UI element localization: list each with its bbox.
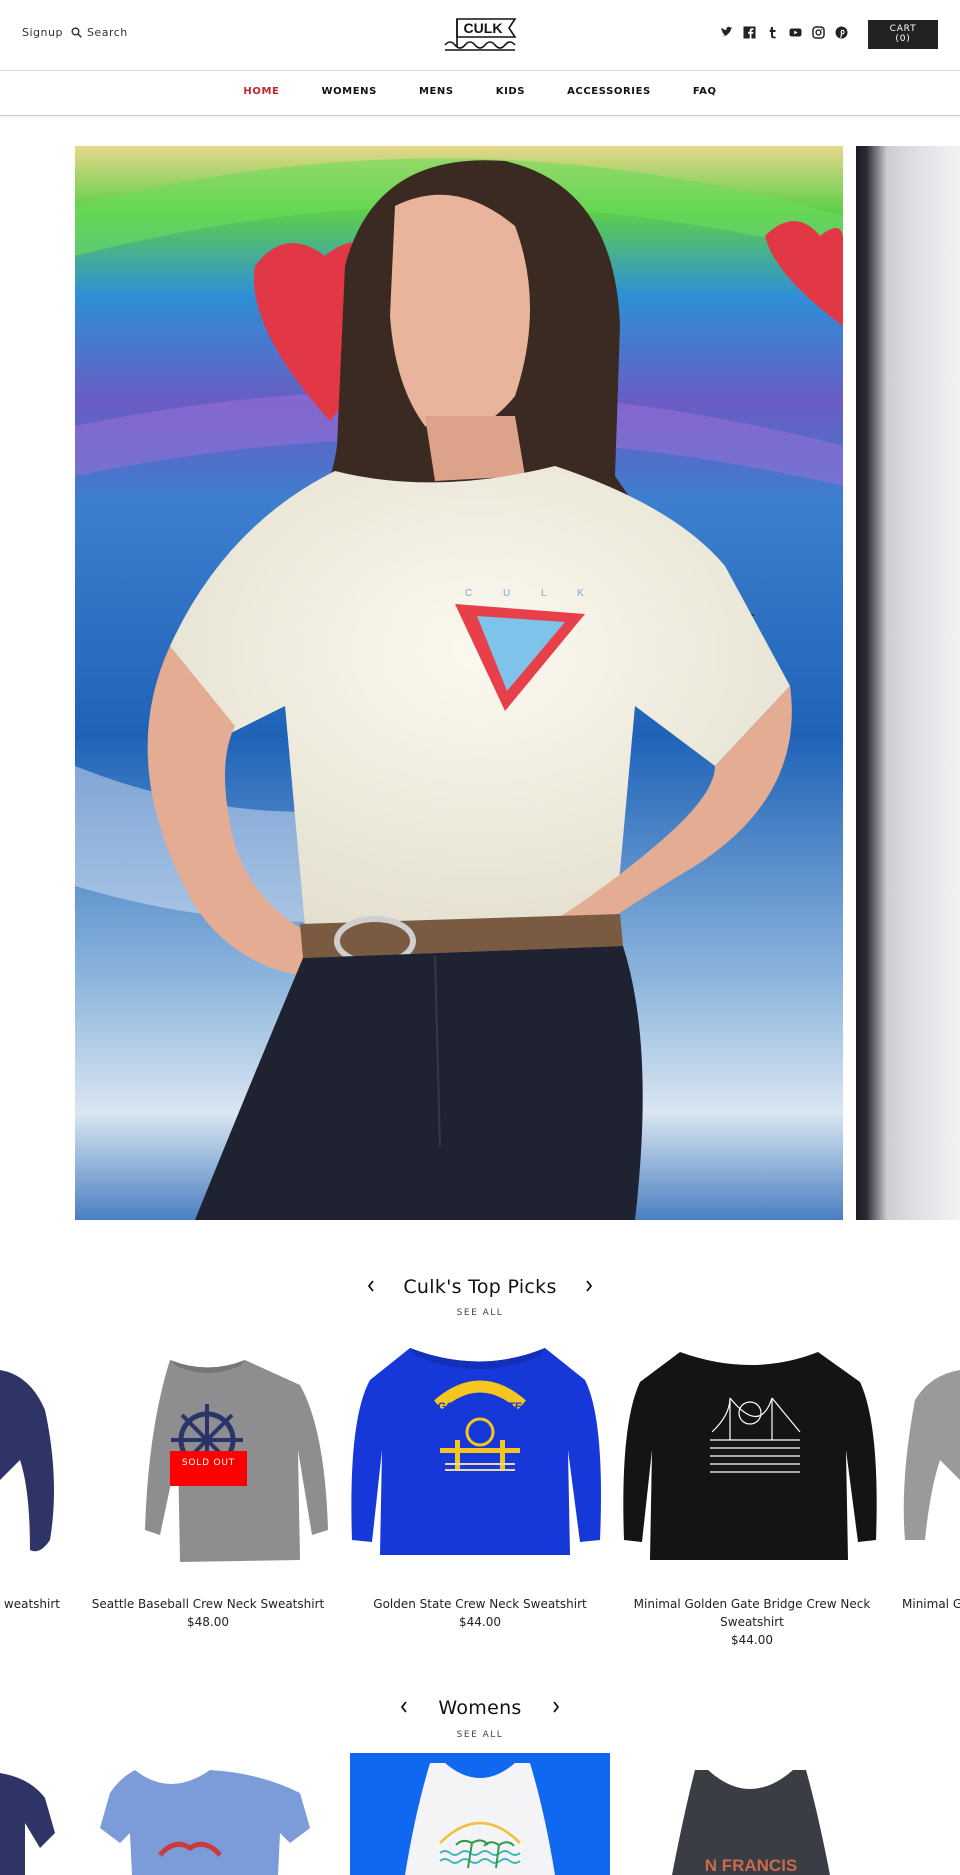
nav-item-mens[interactable]: MENS [419, 86, 454, 97]
product-image-4[interactable] [903, 1370, 960, 1540]
nav-item-kids[interactable]: KIDS [496, 86, 525, 97]
social-links [720, 26, 848, 39]
womens-product-image-0[interactable] [0, 1773, 55, 1875]
chevron-right-icon [553, 1701, 560, 1713]
hero-next-slide-peek[interactable] [856, 146, 960, 1220]
top-picks-carousel: GOLDEN STATE [0, 1348, 960, 1562]
cart-count: (0) [895, 34, 911, 44]
youtube-icon[interactable] [789, 26, 802, 39]
product-title: Minimal Go [902, 1597, 960, 1611]
product-card-4[interactable]: Minimal Go [902, 1595, 960, 1613]
womens-carousel: N FRANCIS [0, 1753, 830, 1875]
product-card-minimal-golden-gate[interactable]: Minimal Golden Gate Bridge Crew Neck Swe… [627, 1595, 877, 1649]
facebook-icon[interactable] [743, 26, 756, 39]
search-icon [71, 27, 82, 38]
product-card-golden-state[interactable]: Golden State Crew Neck Sweatshirt $44.00 [350, 1595, 610, 1631]
twitter-icon[interactable] [720, 26, 733, 39]
cart-label: CART [889, 24, 917, 34]
product-title: Seattle Baseball Crew Neck Sweatshirt [91, 1597, 325, 1611]
cart-button[interactable]: CART (0) [868, 20, 938, 49]
womens-product-image-2[interactable] [350, 1753, 610, 1875]
header-left: Signup Search [22, 26, 128, 39]
product-image-golden-state[interactable]: GOLDEN STATE [351, 1348, 601, 1555]
product-price: $44.00 [459, 1615, 501, 1629]
instagram-icon[interactable] [812, 26, 825, 39]
product-title: Minimal Golden Gate Bridge Crew Neck Swe… [633, 1597, 871, 1629]
signup-link[interactable]: Signup [22, 26, 63, 39]
top-picks-next-arrow[interactable] [584, 1278, 594, 1297]
culk-logo[interactable]: CULK [443, 17, 519, 53]
main-nav-bar: HOME WOMENS MENS KIDS ACCESSORIES FAQ [0, 71, 960, 116]
nav-item-home[interactable]: HOME [243, 86, 279, 97]
product-price: $48.00 [187, 1615, 229, 1629]
womens-product-image-3[interactable]: N FRANCIS [672, 1770, 830, 1875]
hero-slide-image[interactable]: C U L K [75, 146, 843, 1220]
product-title: weatshirt [3, 1597, 60, 1611]
nav-item-accessories[interactable]: ACCESSORIES [567, 86, 651, 97]
search-label: Search [86, 26, 128, 39]
svg-text:N FRANCIS: N FRANCIS [705, 1856, 798, 1875]
product-card-seattle[interactable]: Seattle Baseball Crew Neck Sweatshirt $4… [78, 1595, 338, 1631]
search-button[interactable]: Search [71, 26, 128, 39]
pinterest-icon[interactable] [835, 26, 848, 39]
tumblr-icon[interactable] [766, 26, 779, 39]
top-bar: Signup Search CULK CART (0) [0, 0, 960, 71]
sold-out-text: SOLD OUT [181, 1458, 236, 1468]
product-title: Golden State Crew Neck Sweatshirt [373, 1597, 587, 1611]
product-image-0[interactable] [0, 1370, 54, 1552]
womens-next-arrow[interactable] [551, 1699, 561, 1718]
nav-item-faq[interactable]: FAQ [693, 86, 717, 97]
womens-title: Womens [438, 1697, 522, 1719]
womens-product-image-1[interactable] [100, 1770, 310, 1875]
svg-text:C U L K: C U L K [465, 588, 598, 599]
svg-text:CULK: CULK [464, 20, 503, 36]
top-picks-see-all[interactable]: SEE ALL [0, 1308, 960, 1318]
top-picks-title: Culk's Top Picks [403, 1276, 557, 1298]
product-price: $44.00 [731, 1633, 773, 1647]
product-card-0[interactable]: weatshirt [0, 1595, 60, 1613]
svg-text:GOLDEN STATE: GOLDEN STATE [438, 1401, 523, 1413]
womens-see-all[interactable]: SEE ALL [0, 1730, 960, 1740]
nav-item-womens[interactable]: WOMENS [321, 86, 377, 97]
sold-out-badge: SOLD OUT [170, 1451, 247, 1486]
main-nav: HOME WOMENS MENS KIDS ACCESSORIES FAQ [0, 86, 960, 97]
product-image-minimal-golden-gate[interactable] [623, 1352, 877, 1560]
chevron-right-icon [586, 1280, 593, 1292]
